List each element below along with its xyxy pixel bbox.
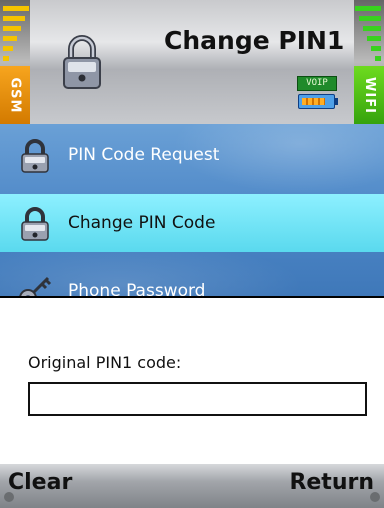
gsm-tag: GSM [0,66,30,124]
voip-badge: VOIP [297,76,337,91]
gsm-signal-icon [3,6,29,61]
wifi-signal-icon [355,6,381,61]
page-title: Change PIN1 [164,26,345,55]
lock-icon [63,35,101,89]
menu-item-phone-password[interactable]: Phone Password [0,262,384,296]
menu-item-label: Change PIN Code [68,213,216,233]
return-button[interactable]: Return [289,470,374,495]
title-bar: GSM WIFI Change PIN1 VOIP [0,0,384,124]
clear-button[interactable]: Clear [8,470,72,495]
menu-list: PIN Code Request Change PIN Code Phone P… [0,124,384,296]
battery-fill [302,98,325,105]
pin-entry-dialog: Original PIN1 code: [0,296,384,464]
menu-item-label: Phone Password [68,281,206,296]
key-icon [19,276,52,296]
menu-item-pin-code-request[interactable]: PIN Code Request [0,126,384,184]
wifi-label: WIFI [361,76,377,114]
lock-icon [21,139,49,173]
battery-icon [298,94,338,109]
pin-prompt-label: Original PIN1 code: [28,353,182,372]
pin-input[interactable] [28,382,367,416]
softkey-bar: Clear Return [0,464,384,508]
menu-item-change-pin-code[interactable]: Change PIN Code [0,194,384,252]
wifi-tag: WIFI [354,66,384,124]
menu-item-label: PIN Code Request [68,145,220,165]
gsm-label: GSM [7,77,23,113]
lock-icon [21,207,49,241]
